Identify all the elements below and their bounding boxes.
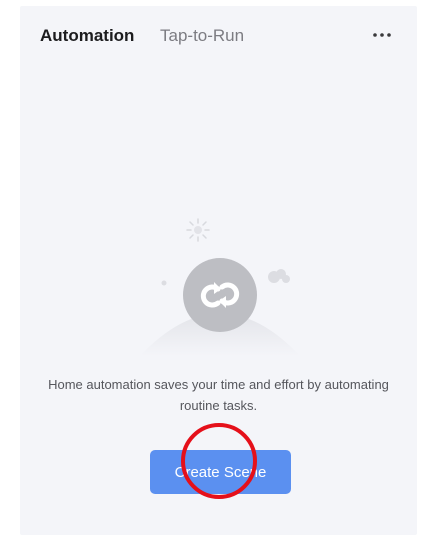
more-horizontal-icon[interactable] xyxy=(370,29,394,41)
tab-tap-to-run[interactable]: Tap-to-Run xyxy=(160,26,244,46)
create-scene-button[interactable]: Create Scene xyxy=(150,450,291,494)
empty-state-message: Home automation saves your time and effo… xyxy=(48,377,389,413)
tab-automation[interactable]: Automation xyxy=(40,26,134,46)
automation-loop-icon xyxy=(140,218,300,356)
automation-screen: Automation Tap-to-Run Home automation sa… xyxy=(20,6,417,535)
